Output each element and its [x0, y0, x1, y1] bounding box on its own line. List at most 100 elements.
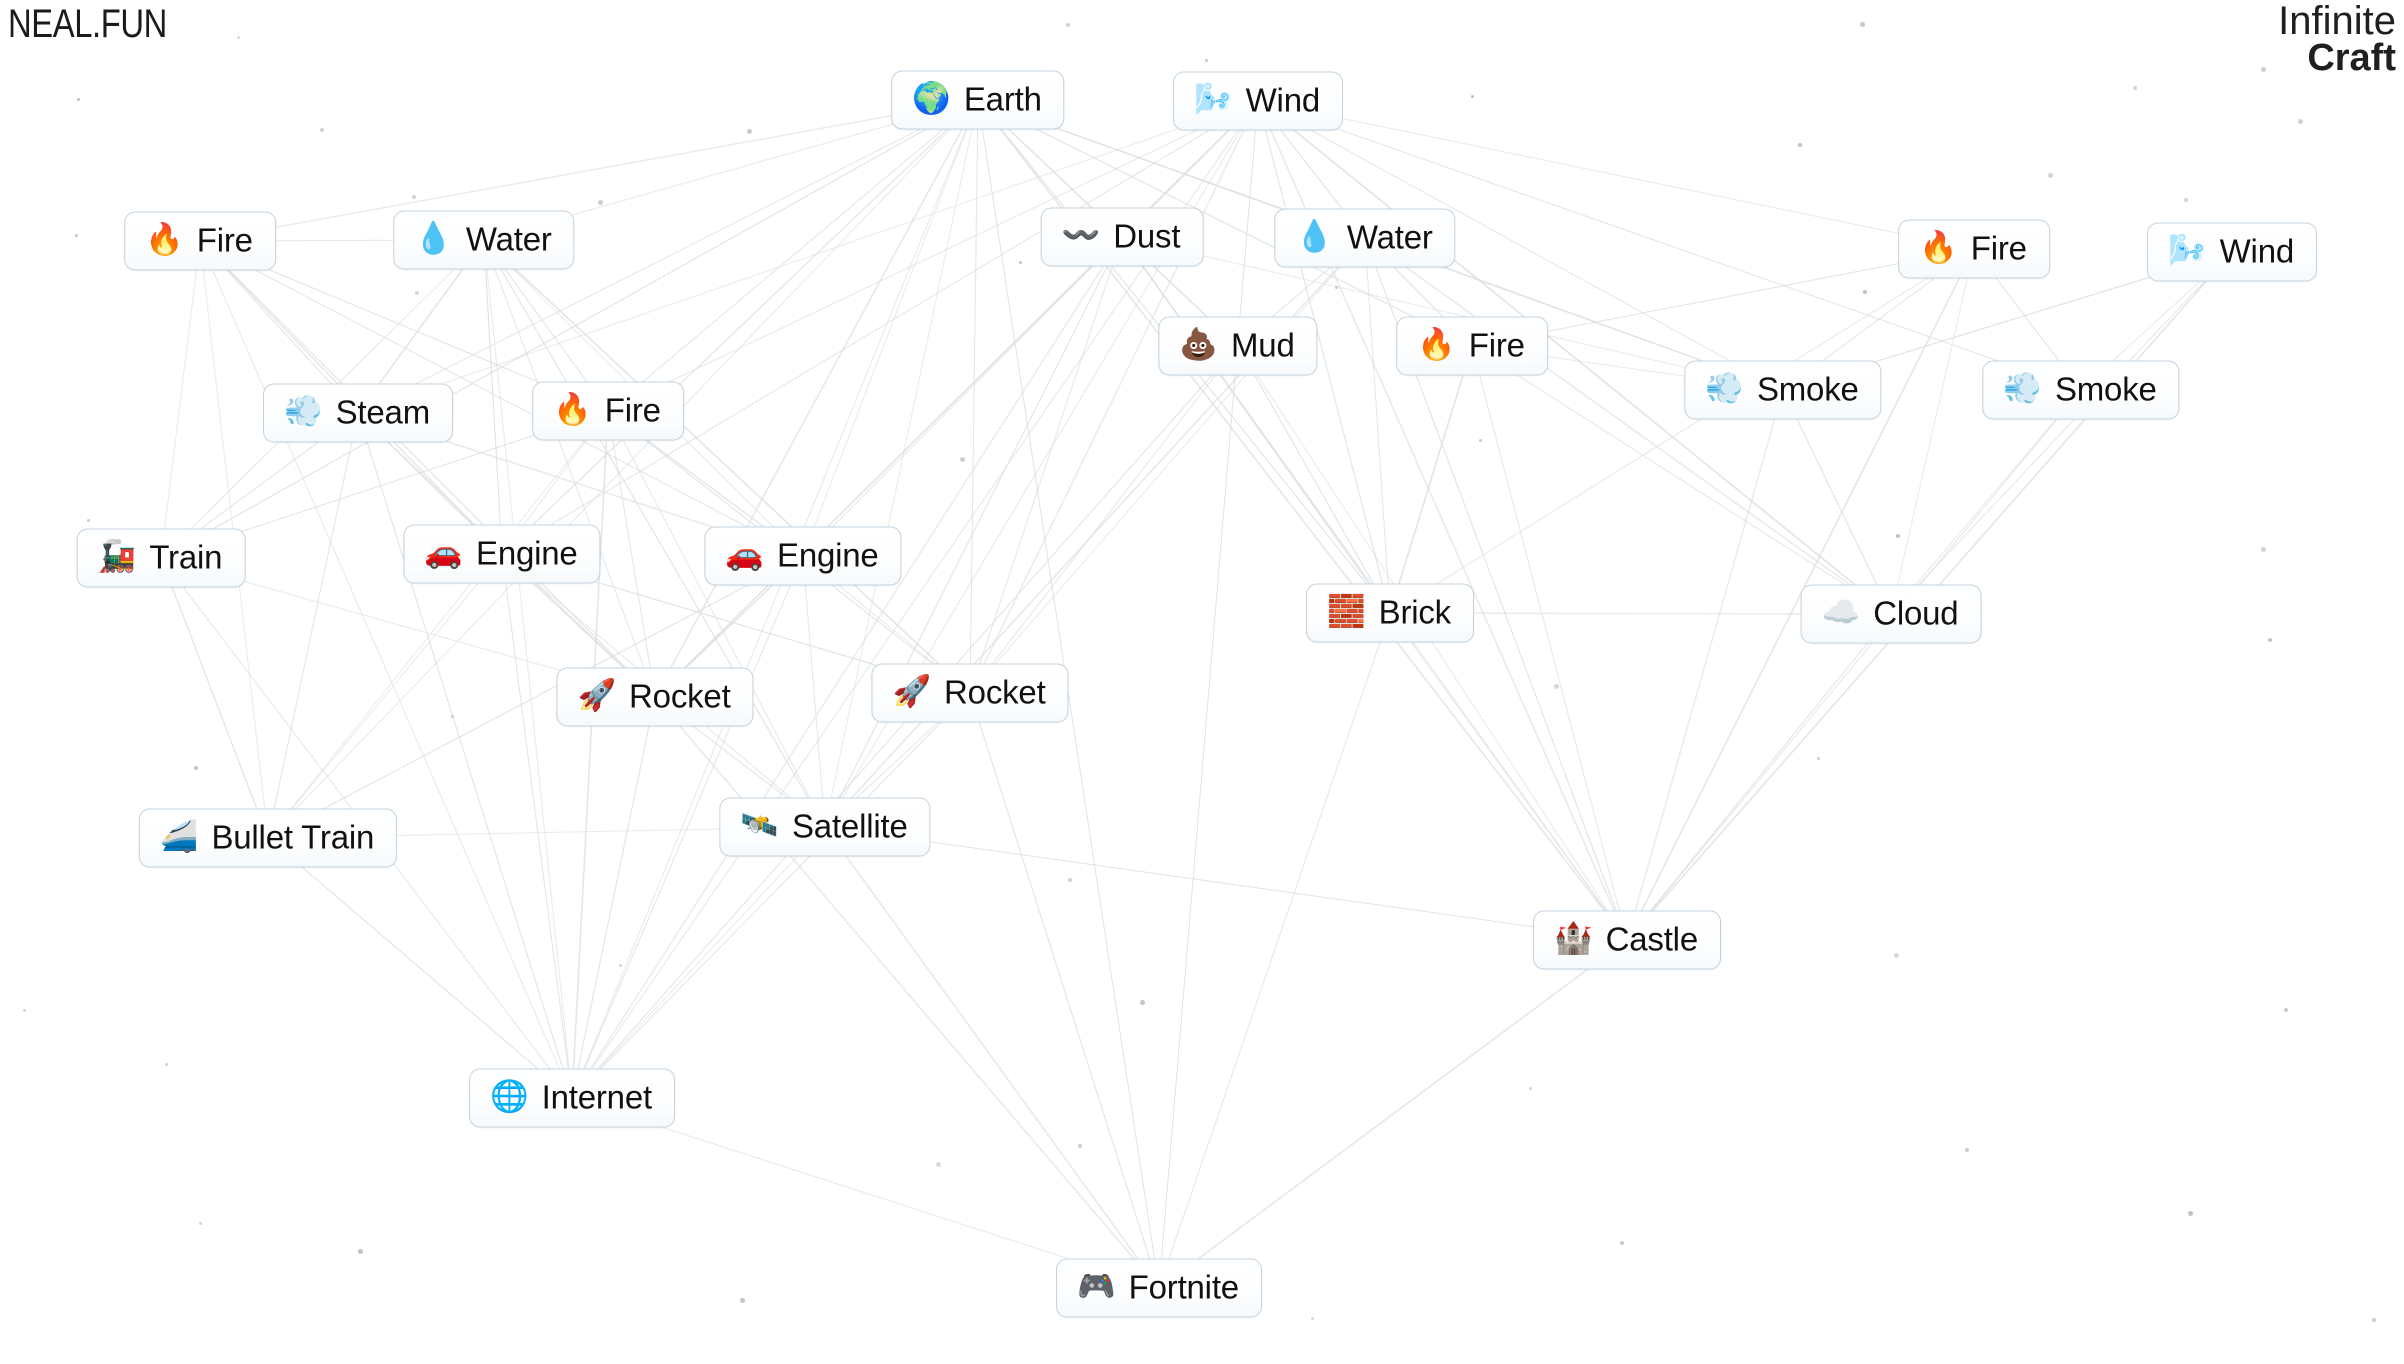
element-node-label: Fortnite	[1128, 1268, 1239, 1306]
edge-line	[1364, 237, 1391, 614]
edge-line	[501, 100, 1259, 555]
edge-line	[1158, 939, 1628, 1289]
edge-line	[199, 99, 979, 242]
background-dot	[935, 1161, 941, 1167]
fire-icon: 🔥	[553, 391, 592, 428]
car-icon: 🚗	[725, 536, 765, 573]
background-dot	[1620, 1241, 1624, 1245]
background-dot	[2133, 86, 2137, 90]
element-node-label: Fire	[1970, 229, 2027, 267]
element-node-brick[interactable]: 🧱 Brick	[1306, 583, 1474, 643]
element-node-train[interactable]: 🚂 Train	[76, 528, 246, 588]
background-dot	[959, 456, 965, 462]
edge-line	[607, 410, 826, 828]
element-node-satellite[interactable]: 🛰️ Satellite	[719, 797, 931, 857]
background-dot	[2187, 1210, 2193, 1216]
earth-globe-icon: 🌍	[912, 80, 951, 117]
edge-line	[969, 345, 1239, 694]
element-node-water-mid[interactable]: 💧 Water	[1274, 208, 1456, 268]
element-node-label: Earth	[963, 80, 1042, 118]
edge-line	[969, 99, 979, 694]
background-dot	[412, 195, 416, 199]
logo-line-infinite: Infinite	[2278, 0, 2396, 43]
edge-line	[160, 240, 201, 559]
element-node-label: Steam	[335, 393, 431, 431]
dash-puff-icon: 💨	[284, 393, 323, 430]
element-node-fortnite[interactable]: 🎮 Fortnite	[1056, 1258, 1262, 1318]
element-node-fire-mid[interactable]: 🔥 Fire	[1396, 316, 1548, 376]
element-node-internet[interactable]: 🌐 Internet	[469, 1068, 675, 1128]
background-dot	[1816, 756, 1820, 760]
element-node-cloud[interactable]: ☁️ Cloud	[1800, 584, 1982, 644]
background-dot	[357, 1248, 363, 1254]
background-dot	[746, 128, 752, 134]
element-node-fire-right[interactable]: 🔥 Fire	[1898, 219, 2050, 279]
element-node-engine-1[interactable]: 🚗 Engine	[403, 524, 601, 584]
element-node-wind-right[interactable]: 🌬️ Wind	[2147, 222, 2317, 282]
background-dot	[597, 199, 603, 205]
water-droplet-icon: 💧	[1295, 218, 1334, 255]
background-dot	[2284, 1008, 2288, 1012]
edge-network	[160, 99, 2233, 1289]
fire-icon: 🔥	[145, 221, 184, 258]
satellite-icon: 🛰️	[740, 807, 779, 844]
edge-line	[1890, 251, 2233, 615]
edge-line	[267, 99, 979, 839]
edge-line	[571, 99, 979, 1099]
element-node-dust[interactable]: 〰️ Dust	[1040, 207, 1204, 267]
edge-line	[571, 696, 656, 1099]
background-dot	[320, 128, 324, 132]
edge-line	[607, 99, 979, 412]
neal-fun-logo[interactable]: NEAL.FUN	[8, 2, 167, 47]
castle-icon: 🏰	[1554, 920, 1593, 957]
element-node-label: Fire	[1468, 326, 1525, 364]
element-node-label: Fire	[604, 391, 661, 429]
element-node-label: Brick	[1378, 593, 1452, 631]
background-dot	[1893, 952, 1899, 958]
element-node-steam[interactable]: 💨 Steam	[263, 383, 453, 443]
edge-line	[654, 236, 1123, 698]
element-node-label: Engine	[777, 536, 879, 574]
element-node-rocket-1[interactable]: 🚀 Rocket	[556, 667, 754, 727]
element-node-rocket-2[interactable]: 🚀 Rocket	[871, 663, 1069, 723]
background-dot	[164, 1062, 168, 1066]
element-node-label: Rocket	[944, 673, 1046, 711]
edge-line	[1890, 389, 2082, 615]
element-node-engine-2[interactable]: 🚗 Engine	[704, 526, 902, 586]
edge-line	[1389, 612, 1628, 941]
element-node-smoke-1[interactable]: 💨 Smoke	[1684, 360, 1882, 420]
element-node-fire-left[interactable]: 🔥 Fire	[124, 211, 276, 271]
edge-line	[607, 410, 656, 698]
element-node-mud[interactable]: 💩 Mud	[1158, 316, 1318, 376]
element-node-castle[interactable]: 🏰 Castle	[1533, 910, 1721, 970]
element-node-wind-top[interactable]: 🌬️ Wind	[1173, 71, 1343, 131]
edge-line	[802, 236, 1123, 557]
edge-line	[267, 553, 503, 839]
edge-line	[357, 412, 573, 1099]
edge-line	[571, 826, 826, 1099]
bullet-train-icon: 🚄	[159, 818, 199, 855]
background-dot	[74, 233, 78, 237]
background-dot	[1204, 58, 1208, 62]
infinite-craft-canvas[interactable]: NEAL.FUN Infinite Craft 🌍 Earth 🌬️ Wind 🔥 Fir…	[0, 0, 2404, 1364]
element-node-bullet-train[interactable]: 🚄 Bullet Train	[138, 808, 398, 868]
edge-line	[160, 99, 979, 559]
element-node-fire-lower[interactable]: 🔥 Fire	[532, 381, 684, 441]
edge-line	[1121, 236, 1391, 614]
background-dot	[1078, 1144, 1082, 1148]
element-node-label: Bullet Train	[211, 818, 375, 856]
element-node-label: Dust	[1113, 217, 1181, 255]
wind-face-icon: 🌬️	[1194, 81, 1233, 118]
background-dot	[194, 766, 198, 770]
element-node-label: Satellite	[792, 807, 908, 845]
background-dot	[1066, 23, 1070, 27]
element-node-label: Wind	[1245, 81, 1321, 119]
element-node-label: Water	[1346, 218, 1433, 256]
background-dot	[450, 714, 454, 718]
element-node-smoke-2[interactable]: 💨 Smoke	[1982, 360, 2180, 420]
element-node-water-left[interactable]: 💧 Water	[393, 210, 575, 270]
element-node-earth[interactable]: 🌍 Earth	[891, 70, 1065, 130]
background-dot	[739, 1297, 745, 1303]
background-dot	[618, 963, 622, 967]
globe-meridians-icon: 🌐	[490, 1078, 529, 1115]
